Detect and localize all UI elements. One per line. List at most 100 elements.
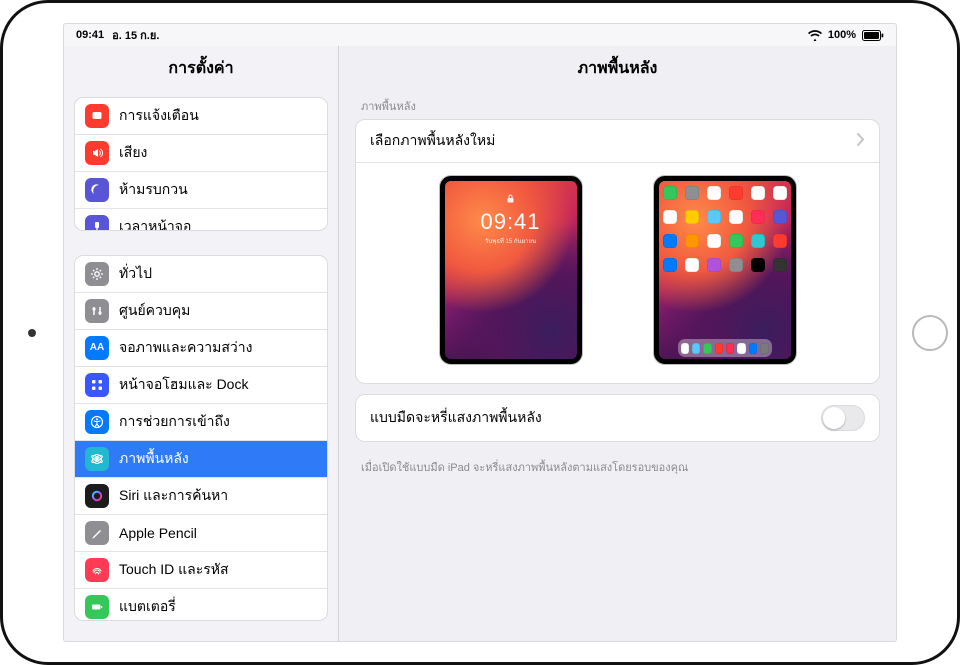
sidebar-item[interactable]: AA จอภาพและความสว่าง [75, 329, 327, 366]
darkmode-help-text: เมื่อเปิดใช้แบบมืด iPad จะหรี่แสงภาพพื้น… [339, 452, 896, 476]
app-icon [729, 186, 743, 200]
sidebar-item-label: จอภาพและความสว่าง [119, 337, 252, 359]
lock-icon [507, 194, 514, 205]
sidebar-item-label: Touch ID และรหัส [119, 559, 229, 581]
sidebar-item-label: Siri และการค้นหา [119, 485, 228, 507]
homescreen-preview[interactable] [653, 175, 797, 365]
sidebar-item-icon [85, 410, 109, 434]
front-camera [28, 329, 36, 337]
sidebar-item-icon [85, 595, 109, 619]
dock-app-icon [749, 343, 757, 354]
dock-app-icon [715, 343, 723, 354]
dock-app-icon [703, 343, 711, 354]
app-icon [663, 186, 677, 200]
sidebar-item-label: เวลาหน้าจอ [119, 216, 191, 231]
battery-icon [862, 30, 884, 41]
sidebar-item-icon [85, 178, 109, 202]
darkmode-dim-label: แบบมืดจะหรี่แสงภาพพื้นหลัง [370, 407, 542, 429]
app-icon [773, 258, 787, 272]
status-bar: 09:41 อ. 15 ก.ย. 100% [64, 24, 896, 46]
sidebar-item-icon [85, 484, 109, 508]
sidebar-item[interactable]: การช่วยการเข้าถึง [75, 403, 327, 440]
sidebar-item[interactable]: Siri และการค้นหา [75, 477, 327, 514]
wallpaper-previews: 09:41 วันพุธที่ 15 กันยายน [356, 162, 879, 383]
homescreen-app-grid [662, 186, 788, 342]
sidebar-item[interactable]: Apple Pencil [75, 514, 327, 551]
wallpaper-card: เลือกภาพพื้นหลังใหม่ [355, 119, 880, 384]
lockscreen-date: วันพุธที่ 15 กันยายน [485, 236, 536, 246]
app-icon [773, 234, 787, 248]
sidebar-group-1: การแจ้งเตือนเสียงห้ามรบกวนเวลาหน้าจอ [74, 97, 328, 231]
sidebar-item[interactable]: เสียง [75, 134, 327, 171]
app-icon [663, 258, 677, 272]
sidebar-item-label: ภาพพื้นหลัง [119, 448, 189, 470]
darkmode-card: แบบมืดจะหรี่แสงภาพพื้นหลัง [355, 394, 880, 442]
sidebar-item-label: ห้ามรบกวน [119, 179, 188, 201]
sidebar-item-icon [85, 373, 109, 397]
app-icon [707, 210, 721, 224]
sidebar-item-icon [85, 104, 109, 128]
settings-sidebar: การตั้งค่า การแจ้งเตือนเสียงห้ามรบกวนเวล… [64, 46, 339, 641]
sidebar-item-label: ทั่วไป [119, 263, 152, 285]
split-content: การตั้งค่า การแจ้งเตือนเสียงห้ามรบกวนเวล… [64, 46, 896, 641]
app-icon [707, 234, 721, 248]
sidebar-item-label: การช่วยการเข้าถึง [119, 411, 230, 433]
sidebar-item-icon [85, 558, 109, 582]
sidebar-item-icon [85, 262, 109, 286]
detail-title: ภาพพื้นหลัง [339, 46, 896, 93]
chevron-right-icon [857, 133, 865, 149]
app-icon [663, 234, 677, 248]
lockscreen-preview[interactable]: 09:41 วันพุธที่ 15 กันยายน [439, 175, 583, 365]
sidebar-item-label: การแจ้งเตือน [119, 105, 199, 127]
app-icon [773, 210, 787, 224]
sidebar-item-icon [85, 521, 109, 545]
screen: 09:41 อ. 15 ก.ย. 100% การตั้งค่า การแ [63, 23, 897, 642]
home-button[interactable] [912, 315, 948, 351]
app-icon [729, 234, 743, 248]
app-icon [685, 186, 699, 200]
app-icon [751, 210, 765, 224]
device-frame: 09:41 อ. 15 ก.ย. 100% การตั้งค่า การแ [0, 0, 960, 665]
sidebar-item[interactable]: หน้าจอโฮมและ Dock [75, 366, 327, 403]
bezel: 09:41 อ. 15 ก.ย. 100% การตั้งค่า การแ [0, 0, 960, 665]
homescreen-dock [678, 339, 772, 357]
app-icon [685, 258, 699, 272]
lockscreen-time: 09:41 [480, 209, 540, 235]
app-icon [685, 234, 699, 248]
dock-app-icon [726, 343, 734, 354]
sidebar-item-label: Apple Pencil [119, 525, 197, 541]
sidebar-item-label: หน้าจอโฮมและ Dock [119, 374, 248, 396]
app-icon [751, 186, 765, 200]
status-time: 09:41 [76, 29, 104, 41]
battery-percent: 100% [828, 29, 856, 41]
app-icon [707, 258, 721, 272]
sidebar-item[interactable]: Touch ID และรหัส [75, 551, 327, 588]
sidebar-item-label: แบตเตอรี่ [119, 596, 176, 618]
sidebar-item[interactable]: แบตเตอรี่ [75, 588, 327, 621]
app-icon [685, 210, 699, 224]
sidebar-item[interactable]: ห้ามรบกวน [75, 171, 327, 208]
sidebar-item-label: ศูนย์ควบคุม [119, 300, 190, 322]
sidebar-item-icon: AA [85, 336, 109, 360]
app-icon [773, 186, 787, 200]
sidebar-item-icon [85, 141, 109, 165]
sidebar-item[interactable]: ทั่วไป [75, 256, 327, 292]
sidebar-item[interactable]: ศูนย์ควบคุม [75, 292, 327, 329]
section-label-wallpaper: ภาพพื้นหลัง [339, 93, 896, 119]
dock-app-icon [737, 343, 745, 354]
sidebar-item[interactable]: การแจ้งเตือน [75, 98, 327, 134]
darkmode-dim-toggle[interactable] [821, 405, 865, 431]
darkmode-dim-row: แบบมืดจะหรี่แสงภาพพื้นหลัง [356, 395, 879, 441]
sidebar-item[interactable]: เวลาหน้าจอ [75, 208, 327, 231]
sidebar-item-label: เสียง [119, 142, 147, 164]
dock-app-icon [681, 343, 689, 354]
choose-new-wallpaper-label: เลือกภาพพื้นหลังใหม่ [370, 130, 495, 152]
sidebar-item[interactable]: ภาพพื้นหลัง [75, 440, 327, 477]
status-date: อ. 15 ก.ย. [112, 26, 159, 44]
choose-new-wallpaper-row[interactable]: เลือกภาพพื้นหลังใหม่ [356, 120, 879, 162]
dock-app-icon [692, 343, 700, 354]
detail-pane: ภาพพื้นหลัง ภาพพื้นหลัง เลือกภาพพื้นหลัง… [339, 46, 896, 641]
sidebar-item-icon [85, 447, 109, 471]
app-icon [729, 210, 743, 224]
app-icon [751, 234, 765, 248]
